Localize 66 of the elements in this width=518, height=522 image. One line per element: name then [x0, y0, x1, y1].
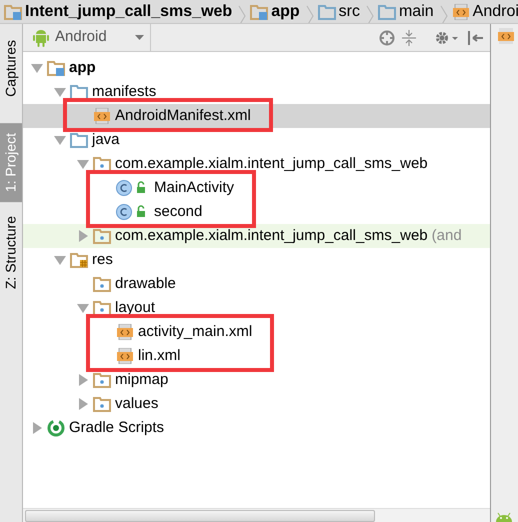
tree-item[interactable]: lin.xml — [134, 344, 181, 367]
horizontal-scrollbar[interactable] — [25, 510, 375, 522]
breadcrumb[interactable]: src — [314, 0, 366, 23]
tree-item[interactable]: activity_main.xml — [134, 320, 252, 343]
tree-item[interactable]: app — [65, 56, 96, 79]
tree-item[interactable]: java — [88, 128, 120, 151]
package-folder-icon — [93, 396, 111, 412]
gear-icon[interactable] — [435, 30, 459, 44]
expand-arrow-icon[interactable] — [54, 254, 66, 265]
hide-panel-icon[interactable] — [466, 30, 482, 44]
android-icon[interactable] — [495, 512, 513, 522]
tree-item[interactable]: values — [111, 392, 158, 415]
xml-file-icon — [452, 4, 470, 20]
chevron-icon — [306, 5, 314, 23]
folder-icon — [378, 4, 396, 20]
module-note: (and — [430, 226, 462, 246]
expand-arrow-icon[interactable] — [31, 62, 43, 73]
tree-item[interactable]: layout — [111, 296, 156, 319]
breadcrumb[interactable]: app — [246, 0, 306, 23]
collapsed-arrow-icon[interactable] — [78, 230, 88, 242]
collapsed-arrow-icon[interactable] — [78, 398, 88, 410]
tree-item[interactable]: manifests — [88, 80, 156, 103]
side-tab[interactable]: Z: Structure — [0, 208, 22, 298]
xml-file-icon — [116, 348, 134, 364]
folder-icon — [70, 132, 88, 148]
package-folder-icon — [93, 228, 111, 244]
tree-item[interactable]: MainActivity — [150, 176, 234, 199]
folder-icon — [70, 84, 88, 100]
tree-item[interactable]: com.example.xialm.intent_jump_call_sms_web — [111, 224, 428, 247]
expand-arrow-icon[interactable] — [77, 302, 89, 313]
package-folder-icon — [93, 276, 111, 292]
tree-item[interactable]: Gradle Scripts — [65, 416, 164, 439]
chevron-icon — [440, 5, 448, 23]
package-folder-icon — [93, 156, 111, 172]
breadcrumb[interactable]: Androi — [448, 0, 518, 23]
xml-file-icon[interactable] — [498, 28, 514, 44]
chevron-icon — [238, 5, 246, 23]
folder-icon — [318, 4, 336, 20]
module-folder-icon — [250, 4, 268, 20]
collapsed-arrow-icon[interactable] — [78, 374, 88, 386]
module-folder-icon — [47, 60, 65, 76]
chevron-icon — [366, 5, 374, 23]
tree-item[interactable]: second — [150, 200, 202, 223]
resource-folder-icon — [70, 252, 88, 268]
android-icon — [33, 28, 49, 46]
breadcrumb[interactable]: Intent_jump_call_sms_web — [0, 0, 238, 23]
gradle-icon — [47, 418, 65, 437]
collapse-icon[interactable] — [402, 30, 416, 46]
module-folder-icon — [4, 4, 22, 20]
expand-arrow-icon[interactable] — [54, 86, 66, 97]
expand-arrow-icon[interactable] — [77, 158, 89, 169]
tree-item[interactable]: mipmap — [111, 368, 168, 391]
dropdown-caret-icon[interactable] — [135, 35, 144, 40]
package-folder-icon — [93, 300, 111, 316]
xml-file-icon — [116, 324, 134, 340]
xml-file-icon — [93, 108, 111, 124]
tree-item[interactable]: com.example.xialm.intent_jump_call_sms_web — [111, 152, 428, 175]
view-selector[interactable]: Android — [55, 26, 129, 49]
collapsed-arrow-icon[interactable] — [32, 422, 42, 434]
package-folder-icon — [93, 372, 111, 388]
expand-arrow-icon[interactable] — [54, 134, 66, 145]
target-icon[interactable] — [378, 30, 395, 46]
tree-item[interactable]: res — [88, 248, 113, 271]
breadcrumb[interactable]: main — [374, 0, 440, 23]
side-tab[interactable]: Captures — [0, 32, 22, 105]
tree-item[interactable]: drawable — [111, 272, 176, 295]
